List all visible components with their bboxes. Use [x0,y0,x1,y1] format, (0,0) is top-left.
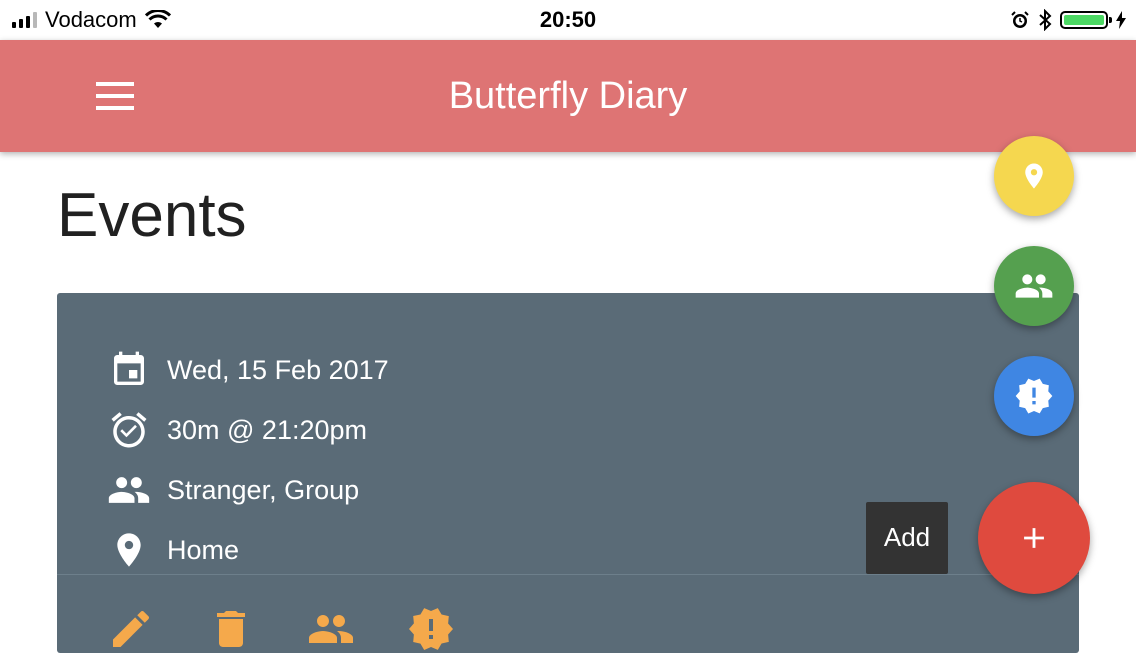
status-bar: Vodacom 20:50 [0,0,1136,40]
add-people-fab[interactable] [994,246,1074,326]
charging-bolt-icon [1116,11,1126,29]
event-date-row: Wed, 15 Feb 2017 [107,346,389,394]
alert-badge-icon [1015,378,1053,414]
alert-badge-icon[interactable] [407,605,455,653]
plus-icon [1024,528,1044,548]
location-pin-icon [1025,163,1043,189]
people-icon[interactable] [307,605,355,653]
location-pin-icon [107,528,151,572]
battery-icon [1060,11,1112,29]
battery-fill [1064,15,1104,25]
event-card[interactable]: Wed, 15 Feb 2017 30m @ 21:20pm Stranger,… [57,293,1079,653]
app-title: Butterfly Diary [448,75,688,117]
app-bar: Butterfly Diary [0,40,1136,152]
card-divider [57,574,1079,575]
add-alert-fab[interactable] [994,356,1074,436]
delete-trash-icon[interactable] [207,605,255,653]
event-people: Stranger, Group [167,474,360,505]
event-actions [107,605,455,653]
edit-pencil-icon[interactable] [107,605,155,653]
people-icon [1015,274,1053,298]
event-duration-time: 30m @ 21:20pm [167,414,368,445]
event-location-row: Home [107,526,239,574]
bluetooth-icon [1039,9,1052,31]
add-location-fab[interactable] [994,136,1074,216]
alarm-check-icon [107,408,151,452]
add-tooltip: Add [866,502,948,574]
add-fab[interactable] [978,482,1090,594]
alarm-clock-icon [1011,11,1029,28]
event-date: Wed, 15 Feb 2017 [167,354,389,385]
page-title: Events [57,181,247,250]
status-time: 20:50 [539,7,597,32]
event-time-row: 30m @ 21:20pm [107,406,367,454]
people-icon [107,468,151,512]
event-location: Home [167,534,240,565]
calendar-icon [107,348,151,392]
event-people-row: Stranger, Group [107,466,359,514]
status-right [1010,0,1126,40]
